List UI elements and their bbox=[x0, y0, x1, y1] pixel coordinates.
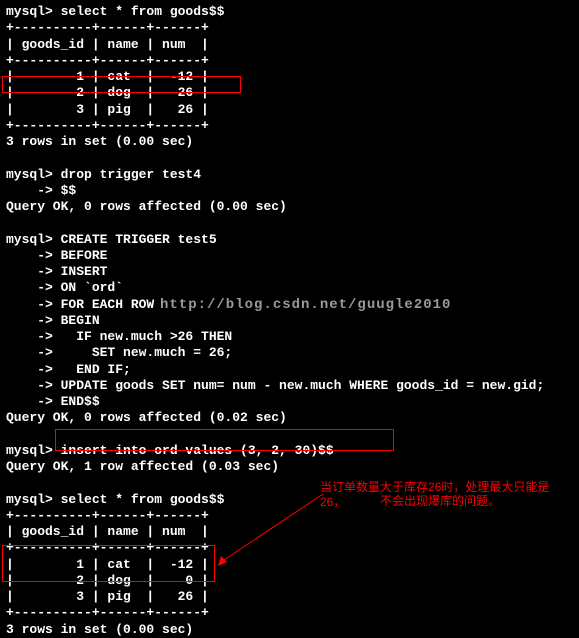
query-drop-trigger[interactable]: drop trigger test4 bbox=[6, 167, 573, 183]
query-cont[interactable]: BEFORE bbox=[6, 248, 573, 264]
table-row: | 2 | dog | 0 | bbox=[6, 573, 573, 589]
table-border: +----------+------+------+ bbox=[6, 53, 573, 69]
query-cont[interactable]: IF new.much >26 THEN bbox=[6, 329, 573, 345]
table-border: +----------+------+------+ bbox=[6, 20, 573, 36]
table-row: | 1 | cat | -12 | bbox=[6, 557, 573, 573]
table-header: | goods_id | name | num | bbox=[6, 37, 573, 53]
blank-line bbox=[6, 215, 573, 231]
result-msg: 3 rows in set (0.00 sec) bbox=[6, 134, 573, 150]
blank-line bbox=[6, 427, 573, 443]
query-cont[interactable]: END IF; bbox=[6, 362, 573, 378]
table-row: | 3 | pig | 26 | bbox=[6, 589, 573, 605]
query-cont[interactable]: INSERT bbox=[6, 264, 573, 280]
table-border: +----------+------+------+ bbox=[6, 508, 573, 524]
blank-line bbox=[6, 150, 573, 166]
query-cont[interactable]: END$$ bbox=[6, 394, 573, 410]
query-cont[interactable]: ON `ord` bbox=[6, 280, 573, 296]
result-msg: 3 rows in set (0.00 sec) bbox=[6, 622, 573, 638]
query-cont[interactable]: UPDATE goods SET num= num - new.much WHE… bbox=[6, 378, 573, 394]
table-border: +----------+------+------+ bbox=[6, 118, 573, 134]
query-insert[interactable]: insert into ord values (3, 2, 30)$$ bbox=[6, 443, 573, 459]
query-select-1[interactable]: select * from goods$$ bbox=[6, 4, 573, 20]
query-cont[interactable]: BEGIN bbox=[6, 313, 573, 329]
result-msg: Query OK, 1 row affected (0.03 sec) bbox=[6, 459, 573, 475]
table-border: +----------+------+------+ bbox=[6, 605, 573, 621]
result-msg: Query OK, 0 rows affected (0.02 sec) bbox=[6, 410, 573, 426]
query-cont[interactable]: FOR EACH ROW bbox=[6, 297, 573, 313]
query-cont[interactable]: $$ bbox=[6, 183, 573, 199]
query-cont[interactable]: SET new.much = 26; bbox=[6, 345, 573, 361]
table-row: | 1 | cat | -12 | bbox=[6, 69, 573, 85]
annotation-text-2: 不会出现爆库的问题。 bbox=[380, 494, 579, 509]
table-header: | goods_id | name | num | bbox=[6, 524, 573, 540]
table-row: | 2 | dog | 26 | bbox=[6, 85, 573, 101]
table-row: | 3 | pig | 26 | bbox=[6, 102, 573, 118]
table-border: +----------+------+------+ bbox=[6, 540, 573, 556]
query-create-trigger[interactable]: CREATE TRIGGER test5 bbox=[6, 232, 573, 248]
result-msg: Query OK, 0 rows affected (0.00 sec) bbox=[6, 199, 573, 215]
